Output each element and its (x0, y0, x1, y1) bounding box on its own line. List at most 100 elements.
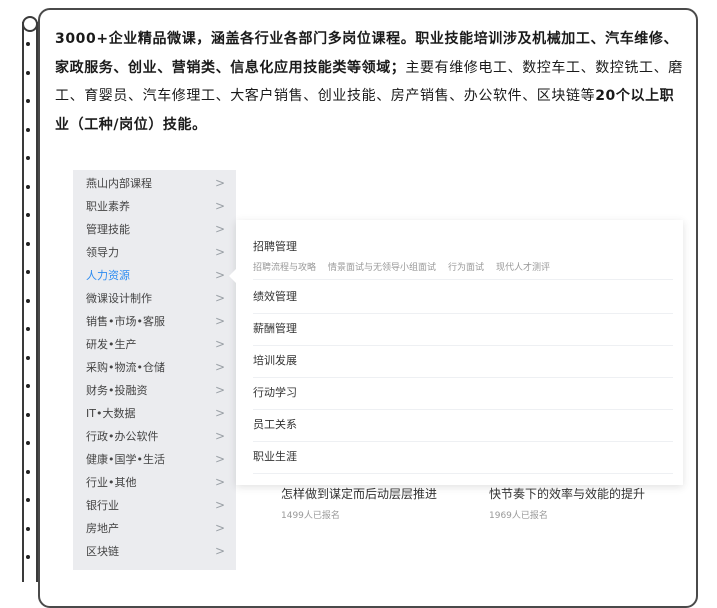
spine-dot (26, 412, 30, 417)
category-item[interactable]: 财务•投融资 > (73, 379, 236, 402)
flyout-group-title[interactable]: 绩效管理 (253, 288, 673, 306)
flyout-group: 绩效管理 (253, 288, 673, 314)
spine-dot (26, 127, 30, 132)
course-card[interactable]: 快节奏下的效率与效能的提升 1969人已报名 (489, 485, 645, 521)
category-label: 健康•国学•生活 (86, 453, 165, 466)
chevron-right-icon: > (214, 498, 226, 512)
spine-dot (26, 469, 30, 474)
category-item[interactable]: IT•大数据 > (73, 402, 236, 425)
flyout-group-title[interactable]: 行动学习 (253, 384, 673, 402)
category-item[interactable]: 管理技能 > (73, 218, 236, 241)
subcategory-flyout: 招聘管理招聘流程与攻略 情景面试与无领导小组面试 行为面试 现代人才测评绩效管理薪酬管… (229, 220, 683, 485)
spine-dot (26, 555, 30, 559)
spine-dot (26, 241, 30, 246)
chevron-right-icon: > (214, 452, 226, 466)
spine-dot (26, 270, 30, 274)
category-item[interactable]: 职业素养 > (73, 195, 236, 218)
category-label: 财务•投融资 (86, 384, 148, 397)
spine-dot (26, 156, 30, 160)
flyout-group: 职业生涯 (253, 448, 673, 474)
flyout-group: 薪酬管理 (253, 320, 673, 346)
binder-ring-icon (22, 16, 38, 32)
flyout-group: 员工关系 (253, 416, 673, 442)
chevron-right-icon: > (214, 544, 226, 558)
flyout-sub-link[interactable]: 情景面试与无领导小组面试 (328, 263, 436, 273)
flyout-sub-links: 招聘流程与攻略 情景面试与无领导小组面试 行为面试 现代人才测评 (253, 260, 673, 273)
category-item[interactable]: 银行业 > (73, 494, 236, 517)
chevron-right-icon: > (214, 429, 226, 443)
flyout-group-title[interactable]: 员工关系 (253, 416, 673, 434)
chevron-right-icon: > (214, 245, 226, 259)
chevron-right-icon: > (214, 360, 226, 374)
chevron-right-icon: > (214, 222, 226, 236)
spine-dot (26, 213, 30, 217)
course-card[interactable]: 怎样做到谋定而后动层层推进 1499人已报名 (281, 485, 437, 521)
category-label: 燕山内部课程 (86, 177, 152, 190)
spine-dot (26, 441, 30, 445)
category-label: 微课设计制作 (86, 292, 152, 305)
category-label: 行业•其他 (86, 476, 137, 489)
category-item[interactable]: 微课设计制作 > (73, 287, 236, 310)
spine-dot (26, 184, 30, 189)
spine-dot (26, 99, 30, 103)
category-label: 销售•市场•客服 (86, 315, 165, 328)
spine-dot (26, 384, 30, 388)
category-label: 区块链 (86, 545, 119, 558)
spine-dot (26, 42, 30, 46)
flyout-group: 培训发展 (253, 352, 673, 378)
category-label: 行政•办公软件 (86, 430, 159, 443)
course-title: 怎样做到谋定而后动层层推进 (281, 487, 438, 501)
chevron-right-icon: > (214, 199, 226, 213)
chevron-right-icon: > (214, 268, 226, 282)
category-item[interactable]: 房地产 > (73, 517, 236, 540)
flyout-group-title[interactable]: 薪酬管理 (253, 320, 673, 338)
category-item[interactable]: 销售•市场•客服 > (73, 310, 236, 333)
category-item[interactable]: 领导力 > (73, 241, 236, 264)
chevron-right-icon: > (214, 475, 226, 489)
flyout-pointer (229, 269, 236, 283)
course-signups: 1969人已报名 (489, 511, 548, 521)
spine-dot (26, 298, 30, 303)
course-signups: 1499人已报名 (281, 511, 340, 521)
notebook-spine (22, 22, 38, 582)
chevron-right-icon: > (214, 337, 226, 351)
category-label: 房地产 (86, 522, 119, 535)
category-label: IT•大数据 (86, 407, 136, 420)
category-item[interactable]: 健康•国学•生活 > (73, 448, 236, 471)
chevron-right-icon: > (214, 383, 226, 397)
intro-paragraph: 3000+企业精品微课，涵盖各行业各部门多岗位课程。职业技能培训涉及机械加工、汽… (55, 25, 687, 139)
spine-dot (26, 355, 30, 360)
chevron-right-icon: > (214, 314, 226, 328)
flyout-group-title[interactable]: 培训发展 (253, 352, 673, 370)
category-menu: 燕山内部课程 > 职业素养 > 管理技能 > 领导力 > 人力资源 > 微课设计制作 > 销售•市场•客… (73, 170, 236, 570)
category-label: 研发•生产 (86, 338, 137, 351)
spine-dot (26, 526, 30, 531)
flyout-group-title[interactable]: 招聘管理 (253, 238, 673, 256)
spine-dot (26, 498, 30, 502)
category-item[interactable]: 采购•物流•仓储 > (73, 356, 236, 379)
flyout-sub-link[interactable]: 招聘流程与攻略 (253, 263, 316, 273)
category-item[interactable]: 区块链 > (73, 540, 236, 563)
spine-dot (26, 327, 30, 331)
category-item[interactable]: 人力资源 > (73, 264, 236, 287)
category-item[interactable]: 行业•其他 > (73, 471, 236, 494)
category-label: 职业素养 (86, 200, 130, 213)
category-label: 人力资源 (86, 269, 130, 282)
category-item[interactable]: 研发•生产 > (73, 333, 236, 356)
flyout-group-title[interactable]: 职业生涯 (253, 448, 673, 466)
flyout-sub-link[interactable]: 行为面试 (448, 263, 484, 273)
category-label: 领导力 (86, 246, 119, 259)
spine-dot (26, 70, 30, 75)
category-label: 管理技能 (86, 223, 130, 236)
chevron-right-icon: > (214, 521, 226, 535)
chevron-right-icon: > (214, 176, 226, 190)
category-label: 采购•物流•仓储 (86, 361, 165, 374)
flyout-group: 行动学习 (253, 384, 673, 410)
category-item[interactable]: 行政•办公软件 > (73, 425, 236, 448)
flyout-sub-link[interactable]: 现代人才测评 (496, 263, 550, 273)
course-title: 快节奏下的效率与效能的提升 (489, 487, 646, 501)
category-label: 银行业 (86, 499, 119, 512)
category-item[interactable]: 燕山内部课程 > (73, 172, 236, 195)
chevron-right-icon: > (214, 406, 226, 420)
flyout-group: 招聘管理招聘流程与攻略 情景面试与无领导小组面试 行为面试 现代人才测评 (253, 238, 673, 280)
